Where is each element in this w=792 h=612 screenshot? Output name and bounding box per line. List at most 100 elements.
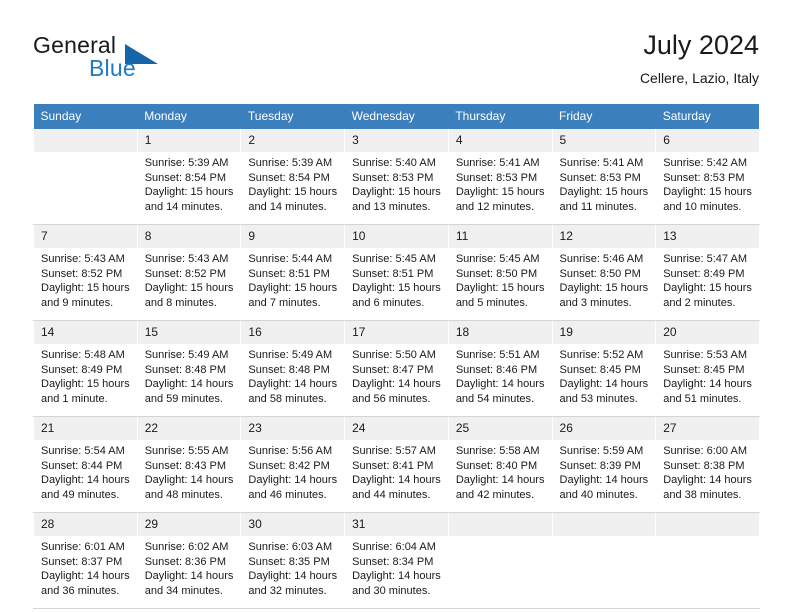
sunset-text: Sunset: 8:45 PM: [663, 363, 745, 376]
daylight-text-line2: and 14 minutes.: [144, 200, 223, 213]
day-cell[interactable]: 17 Sunrise: 5:50 AM Sunset: 8:47 PM Dayl…: [344, 320, 449, 417]
sunset-text: Sunset: 8:53 PM: [455, 171, 538, 184]
weekday-header-sunday: Sunday: [33, 104, 138, 129]
sunset-text: Sunset: 8:53 PM: [352, 171, 434, 184]
brand-logo[interactable]: General Blue: [33, 32, 263, 90]
day-cell[interactable]: 9 Sunrise: 5:44 AM Sunset: 8:51 PM Dayli…: [240, 224, 346, 321]
day-number: 13: [656, 225, 759, 248]
sunrise-text: Sunrise: 5:39 AM: [144, 157, 229, 169]
sunrise-text: Sunrise: 5:56 AM: [248, 445, 333, 457]
day-details: Sunrise: 6:04 AM Sunset: 8:34 PM Dayligh…: [345, 536, 448, 608]
day-number: 1: [137, 129, 241, 152]
day-cell[interactable]: 10 Sunrise: 5:45 AM Sunset: 8:51 PM Dayl…: [344, 224, 449, 321]
sunrise-text: Sunrise: 5:43 AM: [144, 253, 229, 265]
day-cell[interactable]: 15 Sunrise: 5:49 AM Sunset: 8:48 PM Dayl…: [136, 320, 242, 417]
day-cell[interactable]: 7 Sunrise: 5:43 AM Sunset: 8:52 PM Dayli…: [33, 224, 138, 321]
day-number: 28: [34, 513, 137, 536]
daylight-text-line1: Daylight: 14 hours: [663, 474, 752, 487]
day-cell[interactable]: 23 Sunrise: 5:56 AM Sunset: 8:42 PM Dayl…: [240, 416, 346, 513]
daylight-text-line2: and 7 minutes.: [248, 296, 321, 309]
daylight-text-line2: and 2 minutes.: [663, 296, 736, 309]
daylight-text-line1: Daylight: 14 hours: [455, 474, 545, 487]
daylight-text-line2: and 32 minutes.: [248, 584, 327, 597]
sunrise-text: Sunrise: 5:46 AM: [559, 253, 644, 265]
title-block: July 2024 Cellere, Lazio, Italy: [640, 28, 759, 87]
day-number: [34, 129, 137, 152]
day-details: Sunrise: 5:50 AM Sunset: 8:47 PM Dayligh…: [345, 344, 448, 416]
day-cell[interactable]: 20 Sunrise: 5:53 AM Sunset: 8:45 PM Dayl…: [655, 320, 760, 417]
day-number: 21: [34, 417, 137, 440]
day-cell[interactable]: 27 Sunrise: 6:00 AM Sunset: 8:38 PM Dayl…: [655, 416, 760, 513]
day-details: Sunrise: 5:41 AM Sunset: 8:53 PM Dayligh…: [449, 152, 552, 224]
sunset-text: Sunset: 8:49 PM: [41, 363, 123, 376]
daylight-text-line2: and 44 minutes.: [352, 488, 431, 501]
daylight-text-line1: Daylight: 14 hours: [455, 378, 545, 391]
day-cell[interactable]: 24 Sunrise: 5:57 AM Sunset: 8:41 PM Dayl…: [344, 416, 449, 513]
sunrise-text: Sunrise: 5:45 AM: [455, 253, 540, 265]
day-cell[interactable]: 13 Sunrise: 5:47 AM Sunset: 8:49 PM Dayl…: [655, 224, 760, 321]
day-cell[interactable]: 6 Sunrise: 5:42 AM Sunset: 8:53 PM Dayli…: [655, 129, 760, 225]
day-cell[interactable]: 28 Sunrise: 6:01 AM Sunset: 8:37 PM Dayl…: [33, 512, 138, 609]
day-cell[interactable]: 14 Sunrise: 5:48 AM Sunset: 8:49 PM Dayl…: [33, 320, 138, 417]
sunset-text: Sunset: 8:46 PM: [455, 363, 538, 376]
day-details: [553, 536, 656, 608]
day-cell[interactable]: 8 Sunrise: 5:43 AM Sunset: 8:52 PM Dayli…: [136, 224, 242, 321]
day-cell[interactable]: 18 Sunrise: 5:51 AM Sunset: 8:46 PM Dayl…: [447, 320, 553, 417]
daylight-text-line2: and 30 minutes.: [352, 584, 431, 597]
day-cell[interactable]: 16 Sunrise: 5:49 AM Sunset: 8:48 PM Dayl…: [240, 320, 346, 417]
day-cell[interactable]: 25 Sunrise: 5:58 AM Sunset: 8:40 PM Dayl…: [447, 416, 553, 513]
day-cell[interactable]: 2 Sunrise: 5:39 AM Sunset: 8:54 PM Dayli…: [240, 129, 346, 225]
day-cell[interactable]: 11 Sunrise: 5:45 AM Sunset: 8:50 PM Dayl…: [447, 224, 553, 321]
day-number: 23: [241, 417, 345, 440]
day-details: Sunrise: 5:44 AM Sunset: 8:51 PM Dayligh…: [241, 248, 344, 320]
day-number: 29: [137, 513, 241, 536]
sunrise-text: Sunrise: 6:02 AM: [144, 541, 229, 553]
daylight-text-line2: and 5 minutes.: [455, 296, 528, 309]
day-cell[interactable]: [551, 512, 657, 609]
daylight-text-line1: Daylight: 14 hours: [248, 378, 338, 391]
daylight-text-line2: and 9 minutes.: [41, 296, 114, 309]
sunrise-text: Sunrise: 6:00 AM: [663, 445, 747, 457]
daylight-text-line2: and 1 minute.: [41, 392, 108, 405]
day-cell[interactable]: 4 Sunrise: 5:41 AM Sunset: 8:53 PM Dayli…: [447, 129, 553, 225]
day-details: Sunrise: 5:40 AM Sunset: 8:53 PM Dayligh…: [345, 152, 448, 224]
day-details: Sunrise: 5:39 AM Sunset: 8:54 PM Dayligh…: [241, 152, 344, 224]
weekday-header-thursday: Thursday: [448, 104, 553, 129]
sunrise-text: Sunrise: 5:58 AM: [455, 445, 540, 457]
day-number: 16: [241, 321, 345, 344]
weekday-header-tuesday: Tuesday: [240, 104, 345, 129]
sunset-text: Sunset: 8:40 PM: [455, 459, 538, 472]
day-cell[interactable]: 31 Sunrise: 6:04 AM Sunset: 8:34 PM Dayl…: [344, 512, 449, 609]
sunrise-text: Sunrise: 5:59 AM: [559, 445, 644, 457]
day-cell[interactable]: 26 Sunrise: 5:59 AM Sunset: 8:39 PM Dayl…: [551, 416, 657, 513]
day-details: Sunrise: 5:49 AM Sunset: 8:48 PM Dayligh…: [241, 344, 344, 416]
day-number: 7: [34, 225, 137, 248]
daylight-text-line1: Daylight: 14 hours: [352, 378, 441, 391]
day-cell[interactable]: [447, 512, 553, 609]
brand-name-blue: Blue: [89, 55, 136, 81]
day-cell[interactable]: 19 Sunrise: 5:52 AM Sunset: 8:45 PM Dayl…: [551, 320, 657, 417]
day-cell[interactable]: 1 Sunrise: 5:39 AM Sunset: 8:54 PM Dayli…: [136, 129, 242, 225]
day-details: Sunrise: 5:48 AM Sunset: 8:49 PM Dayligh…: [34, 344, 137, 416]
day-cell[interactable]: 3 Sunrise: 5:40 AM Sunset: 8:53 PM Dayli…: [344, 129, 449, 225]
daylight-text-line2: and 12 minutes.: [455, 200, 535, 213]
weekday-header-saturday: Saturday: [655, 104, 760, 129]
day-cell[interactable]: 30 Sunrise: 6:03 AM Sunset: 8:35 PM Dayl…: [240, 512, 346, 609]
day-details: Sunrise: 6:01 AM Sunset: 8:37 PM Dayligh…: [34, 536, 137, 608]
sunrise-text: Sunrise: 5:51 AM: [455, 349, 540, 361]
day-cell[interactable]: 12 Sunrise: 5:46 AM Sunset: 8:50 PM Dayl…: [551, 224, 657, 321]
day-cell[interactable]: 5 Sunrise: 5:41 AM Sunset: 8:53 PM Dayli…: [551, 129, 657, 225]
day-cell[interactable]: 22 Sunrise: 5:55 AM Sunset: 8:43 PM Dayl…: [136, 416, 242, 513]
day-cell[interactable]: 21 Sunrise: 5:54 AM Sunset: 8:44 PM Dayl…: [33, 416, 138, 513]
day-cell[interactable]: 29 Sunrise: 6:02 AM Sunset: 8:36 PM Dayl…: [136, 512, 242, 609]
daylight-text-line1: Daylight: 15 hours: [248, 282, 338, 295]
day-number: 4: [448, 129, 552, 152]
calendar-body: 1 Sunrise: 5:39 AM Sunset: 8:54 PM Dayli…: [33, 129, 760, 609]
day-cell[interactable]: [33, 129, 138, 225]
daylight-text-line2: and 8 minutes.: [144, 296, 217, 309]
daylight-text-line2: and 49 minutes.: [41, 488, 120, 501]
day-cell[interactable]: [655, 512, 760, 609]
daylight-text-line2: and 59 minutes.: [144, 392, 223, 405]
week-row: 21 Sunrise: 5:54 AM Sunset: 8:44 PM Dayl…: [33, 416, 760, 513]
day-details: Sunrise: 5:56 AM Sunset: 8:42 PM Dayligh…: [241, 440, 344, 512]
